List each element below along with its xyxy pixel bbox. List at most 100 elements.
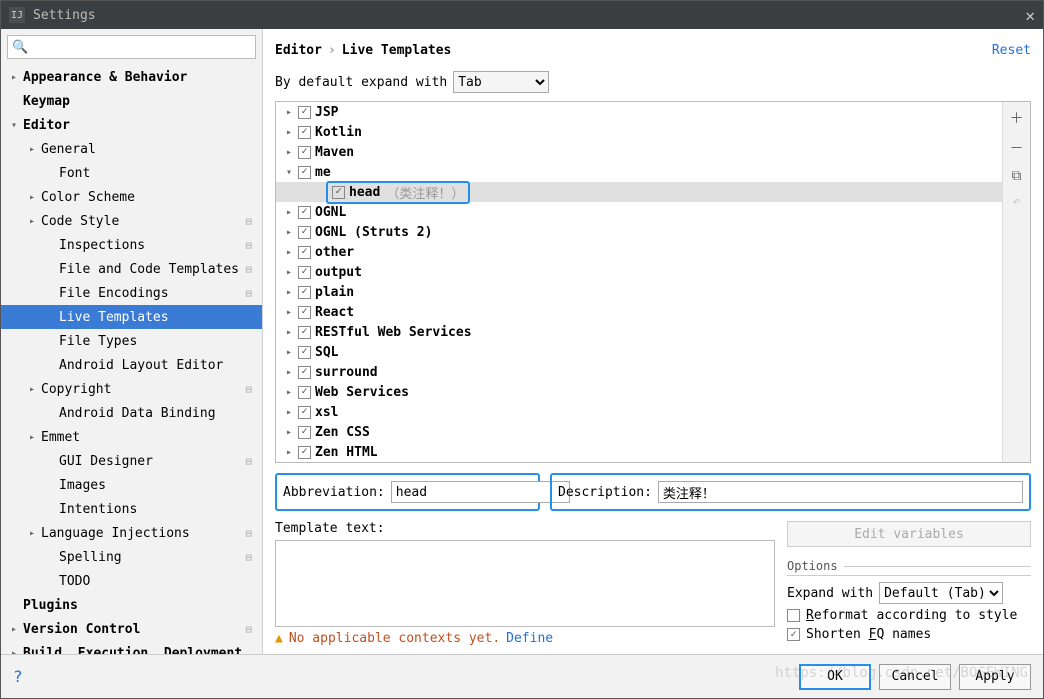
remove-template-icon[interactable]: －	[1010, 138, 1024, 158]
sidebar-item[interactable]: Font	[1, 161, 262, 185]
template-item[interactable]: ▸✓surround	[276, 362, 1002, 382]
define-context-link[interactable]: Define	[506, 631, 553, 646]
expand-arrow-icon[interactable]: ▸	[11, 624, 23, 635]
sidebar-item[interactable]: File Types	[1, 329, 262, 353]
expand-arrow-icon[interactable]: ▸	[286, 147, 298, 158]
template-checkbox[interactable]: ✓	[298, 106, 311, 119]
sidebar-item[interactable]: ▸Code Style⊟	[1, 209, 262, 233]
template-checkbox[interactable]: ✓	[298, 366, 311, 379]
expand-arrow-icon[interactable]: ▾	[286, 167, 298, 178]
sidebar-item[interactable]: ▸Version Control⊟	[1, 617, 262, 641]
sidebar-item[interactable]: File Encodings⊟	[1, 281, 262, 305]
sidebar-item[interactable]: Android Data Binding	[1, 401, 262, 425]
expand-arrow-icon[interactable]: ▸	[286, 247, 298, 258]
template-item[interactable]: ▸✓OGNL	[276, 202, 1002, 222]
sidebar-item[interactable]: Android Layout Editor	[1, 353, 262, 377]
revert-template-icon[interactable]: ↶	[1012, 194, 1020, 210]
template-checkbox[interactable]: ✓	[298, 266, 311, 279]
template-item[interactable]: ▸✓React	[276, 302, 1002, 322]
sidebar-item[interactable]: ▸Language Injections⊟	[1, 521, 262, 545]
template-item[interactable]: ▸✓output	[276, 262, 1002, 282]
sidebar-item[interactable]: ▸Appearance & Behavior	[1, 65, 262, 89]
expand-arrow-icon[interactable]: ▸	[286, 407, 298, 418]
expand-arrow-icon[interactable]: ▸	[29, 192, 41, 203]
close-icon[interactable]: ✕	[1025, 6, 1035, 25]
template-item[interactable]: ▸✓Zen CSS	[276, 422, 1002, 442]
expand-arrow-icon[interactable]: ▸	[29, 432, 41, 443]
sidebar-item[interactable]: ▸General	[1, 137, 262, 161]
expand-arrow-icon[interactable]: ▸	[286, 367, 298, 378]
template-text-area[interactable]	[275, 540, 775, 627]
expand-arrow-icon[interactable]: ▸	[29, 528, 41, 539]
template-checkbox[interactable]: ✓	[298, 386, 311, 399]
cancel-button[interactable]: Cancel	[879, 664, 951, 690]
template-item[interactable]: ▸✓Kotlin	[276, 122, 1002, 142]
expand-arrow-icon[interactable]: ▸	[286, 387, 298, 398]
templates-list[interactable]: ▸✓JSP▸✓Kotlin▸✓Maven▾✓me✓head（类注释！）▸✓OGN…	[276, 102, 1002, 462]
expand-arrow-icon[interactable]: ▸	[29, 384, 41, 395]
template-checkbox[interactable]: ✓	[298, 286, 311, 299]
sidebar-item[interactable]: GUI Designer⊟	[1, 449, 262, 473]
sidebar-item[interactable]: TODO	[1, 569, 262, 593]
template-item[interactable]: ✓head（类注释！）	[276, 182, 1002, 202]
sidebar-item[interactable]: File and Code Templates⊟	[1, 257, 262, 281]
template-item[interactable]: ▸✓SQL	[276, 342, 1002, 362]
expand-arrow-icon[interactable]: ▸	[286, 267, 298, 278]
option-shorten[interactable]: ✓ Shorten FQ names	[787, 627, 1031, 642]
expand-arrow-icon[interactable]: ▸	[286, 447, 298, 458]
description-input[interactable]	[658, 481, 1023, 503]
expand-arrow-icon[interactable]: ▸	[286, 287, 298, 298]
expand-arrow-icon[interactable]: ▸	[286, 427, 298, 438]
option-reformat[interactable]: Reformat according to style	[787, 608, 1031, 623]
expand-arrow-icon[interactable]: ▾	[11, 120, 23, 131]
apply-button[interactable]: Apply	[959, 664, 1031, 690]
expand-arrow-icon[interactable]: ▸	[11, 72, 23, 83]
settings-tree[interactable]: ▸Appearance & BehaviorKeymap▾Editor▸Gene…	[1, 65, 262, 654]
template-checkbox[interactable]: ✓	[298, 226, 311, 239]
sidebar-item[interactable]: ▸Emmet	[1, 425, 262, 449]
expand-arrow-icon[interactable]: ▸	[286, 207, 298, 218]
abbreviation-input[interactable]	[391, 481, 570, 503]
template-item[interactable]: ▸✓RESTful Web Services	[276, 322, 1002, 342]
template-checkbox[interactable]: ✓	[298, 246, 311, 259]
expand-select[interactable]: Tab	[453, 71, 549, 93]
expand-arrow-icon[interactable]: ▸	[29, 144, 41, 155]
template-item[interactable]: ▸✓Maven	[276, 142, 1002, 162]
sidebar-item[interactable]: ▸Build, Execution, Deployment	[1, 641, 262, 654]
template-checkbox[interactable]: ✓	[298, 206, 311, 219]
expand-arrow-icon[interactable]: ▸	[29, 216, 41, 227]
expand-arrow-icon[interactable]: ▸	[286, 127, 298, 138]
sidebar-item[interactable]: Keymap	[1, 89, 262, 113]
reset-link[interactable]: Reset	[992, 43, 1031, 58]
help-icon[interactable]: ?	[13, 667, 23, 686]
template-checkbox[interactable]: ✓	[298, 166, 311, 179]
template-checkbox[interactable]: ✓	[298, 326, 311, 339]
template-checkbox[interactable]: ✓	[298, 146, 311, 159]
expand-arrow-icon[interactable]: ▸	[286, 327, 298, 338]
expand-arrow-icon[interactable]: ▸	[286, 307, 298, 318]
copy-template-icon[interactable]: ⧉	[1012, 168, 1022, 184]
sidebar-item[interactable]: Intentions	[1, 497, 262, 521]
template-item[interactable]: ▸✓xsl	[276, 402, 1002, 422]
template-checkbox[interactable]: ✓	[298, 126, 311, 139]
template-checkbox[interactable]: ✓	[298, 346, 311, 359]
template-item[interactable]: ▸✓Zen HTML	[276, 442, 1002, 462]
template-checkbox[interactable]: ✓	[298, 406, 311, 419]
search-input[interactable]	[32, 40, 251, 55]
reformat-checkbox[interactable]	[787, 609, 800, 622]
sidebar-item[interactable]: Spelling⊟	[1, 545, 262, 569]
template-checkbox[interactable]: ✓	[298, 426, 311, 439]
expand-arrow-icon[interactable]: ▸	[286, 107, 298, 118]
sidebar-item[interactable]: Images	[1, 473, 262, 497]
template-checkbox[interactable]: ✓	[298, 446, 311, 459]
search-box[interactable]: 🔍	[7, 35, 256, 59]
template-item[interactable]: ▸✓JSP	[276, 102, 1002, 122]
template-checkbox[interactable]: ✓	[298, 306, 311, 319]
template-item[interactable]: ▸✓OGNL (Struts 2)	[276, 222, 1002, 242]
sidebar-item[interactable]: Plugins	[1, 593, 262, 617]
sidebar-item[interactable]: ▸Color Scheme	[1, 185, 262, 209]
add-template-icon[interactable]: ＋	[1010, 108, 1024, 128]
sidebar-item[interactable]: Inspections⊟	[1, 233, 262, 257]
sidebar-item[interactable]: ▾Editor	[1, 113, 262, 137]
ok-button[interactable]: OK	[799, 664, 871, 690]
